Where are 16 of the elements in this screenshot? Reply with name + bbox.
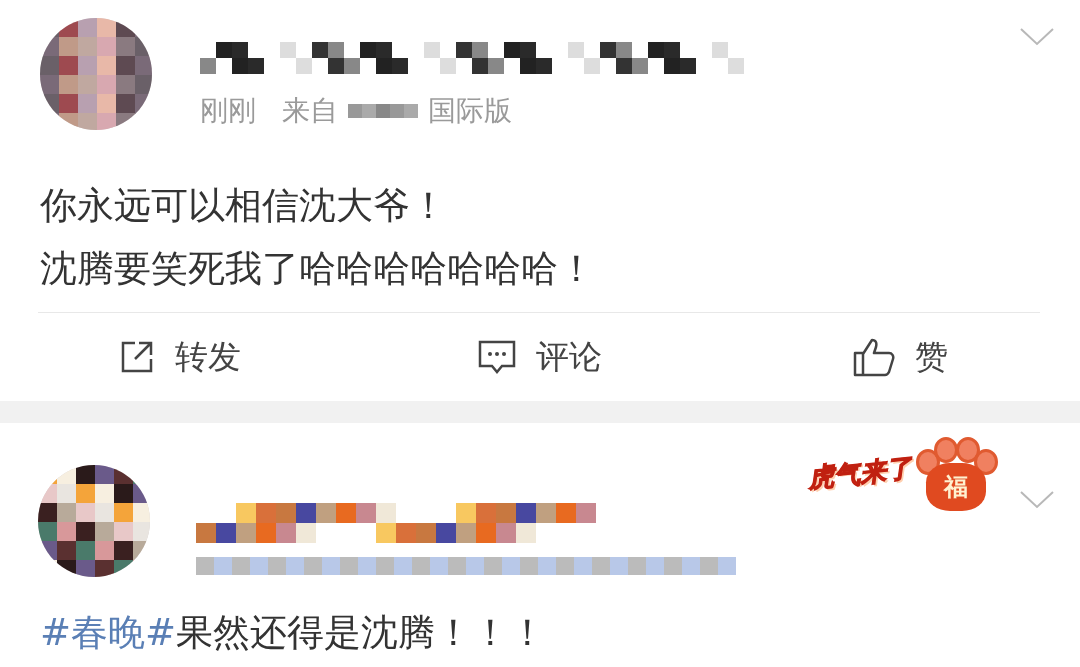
badge-text: 虎气来了	[806, 451, 914, 495]
action-label[interactable]: 转发	[175, 334, 241, 380]
source-text: 来自	[282, 93, 338, 129]
post-text: 你永远可以相信沈大爷！	[40, 183, 448, 229]
hashtag-link[interactable]: #春晚#	[40, 611, 176, 654]
paw-badge: 福	[916, 433, 996, 513]
post-text: #春晚#果然还得是沈腾！！！	[40, 610, 547, 656]
comment-icon	[478, 339, 516, 375]
source-text: 国际版	[428, 93, 512, 129]
action-label[interactable]: 评论	[536, 334, 602, 380]
action-label[interactable]: 赞	[914, 334, 948, 380]
share-icon	[119, 339, 155, 375]
post-text: 沈腾要笑死我了哈哈哈哈哈哈哈！	[40, 246, 596, 292]
mosaic-drawing	[348, 104, 418, 118]
thumbs-up-icon	[852, 337, 895, 377]
timestamp: 刚刚	[200, 93, 256, 129]
